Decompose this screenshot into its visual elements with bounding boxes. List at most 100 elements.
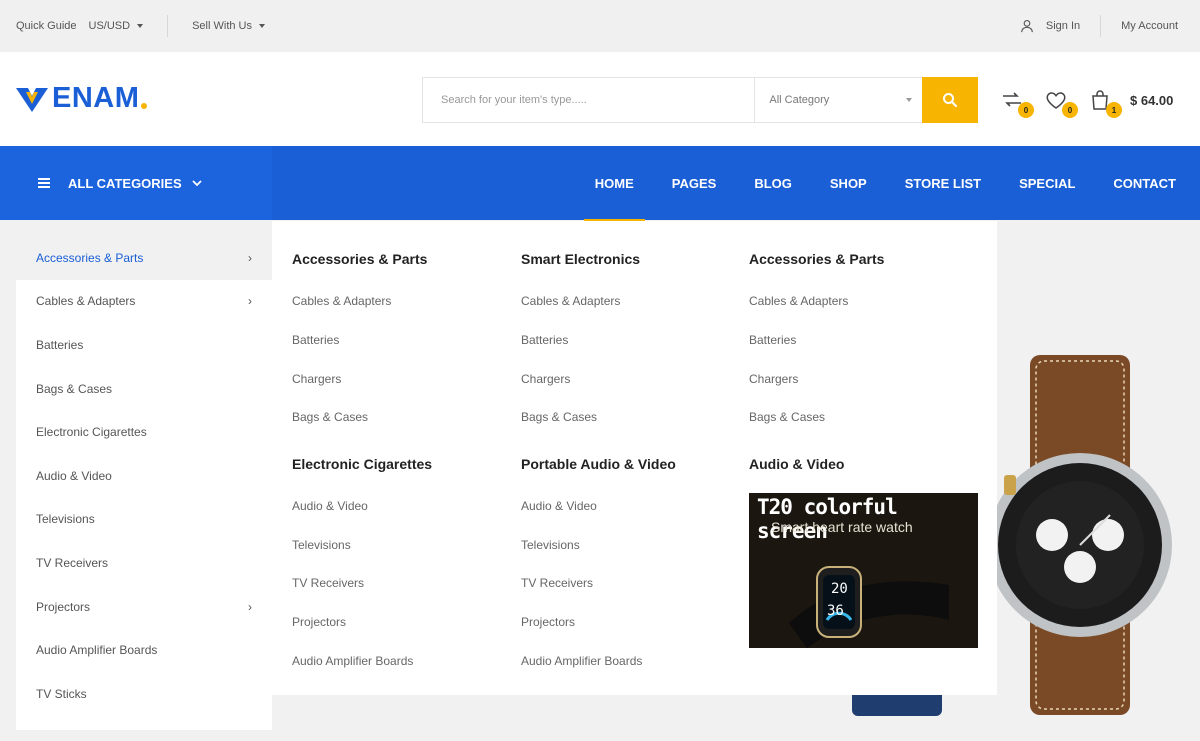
sidebar-item-label: Electronic Cigarettes	[36, 425, 147, 440]
sidebar-item-label: Cables & Adapters	[36, 294, 136, 309]
mega-link[interactable]: Televisions	[292, 538, 351, 552]
logo-text: ENAM	[52, 82, 140, 114]
mega-heading[interactable]: Accessories & Parts	[292, 251, 427, 267]
mega-link[interactable]: TV Receivers	[521, 576, 593, 590]
mega-link[interactable]: Cables & Adapters	[521, 294, 620, 308]
logo-dot	[141, 102, 148, 109]
currency-dropdown[interactable]: US/USD	[89, 20, 144, 32]
sell-with-us-label: Sell With Us	[192, 20, 252, 32]
sidebar-item-accessories-parts[interactable]: Accessories & Parts ›	[16, 236, 272, 280]
sidebar-item-audio-video[interactable]: Audio & Video	[16, 454, 272, 498]
mega-menu: Accessories & Parts Cables & Adapters Ba…	[272, 221, 997, 695]
mega-heading[interactable]: Portable Audio & Video	[521, 456, 676, 472]
search-input[interactable]	[423, 78, 755, 122]
chevron-down-icon	[137, 24, 144, 28]
mega-link[interactable]: Bags & Cases	[749, 410, 825, 424]
sign-in-link[interactable]: Sign In	[1020, 19, 1080, 33]
menu-icon	[38, 176, 50, 190]
user-icon	[1021, 20, 1033, 33]
nav-links: HOME PAGES BLOG SHOP STORE LIST SPECIAL …	[576, 146, 1200, 222]
mega-heading[interactable]: Smart Electronics	[521, 251, 640, 267]
chevron-right-icon: ›	[248, 599, 252, 614]
sidebar-item-label: Audio Amplifier Boards	[36, 643, 158, 658]
sidebar-item-tv-receivers[interactable]: TV Receivers	[16, 541, 272, 585]
mega-link[interactable]: Bags & Cases	[292, 410, 368, 424]
sidebar-item-projectors[interactable]: Projectors ›	[16, 585, 272, 629]
mega-link[interactable]: TV Receivers	[292, 576, 364, 590]
logo-mark-icon	[16, 87, 48, 112]
divider	[1100, 15, 1102, 37]
mega-link[interactable]: Chargers	[749, 372, 798, 386]
sidebar-item-televisions[interactable]: Televisions	[16, 498, 272, 542]
sidebar-item-cables-adapters[interactable]: Cables & Adapters ›	[16, 280, 272, 324]
mega-link[interactable]: Audio & Video	[521, 499, 597, 513]
mega-heading[interactable]: Audio & Video	[749, 456, 844, 472]
mega-link[interactable]: Televisions	[521, 538, 580, 552]
nav-contact[interactable]: CONTACT	[1113, 146, 1176, 220]
compare-button[interactable]: 0	[1000, 88, 1034, 118]
sidebar-item-bags-cases[interactable]: Bags & Cases	[16, 367, 272, 411]
mega-heading[interactable]: Electronic Cigarettes	[292, 456, 432, 472]
mega-link[interactable]: Bags & Cases	[521, 410, 597, 424]
chevron-down-icon	[259, 24, 265, 28]
mega-heading[interactable]: Accessories & Parts	[749, 251, 884, 267]
mega-link[interactable]: Cables & Adapters	[292, 294, 391, 308]
mega-link[interactable]: Projectors	[521, 615, 575, 629]
all-categories-label: ALL CATEGORIES	[68, 175, 182, 191]
currency-label: US/USD	[88, 20, 131, 32]
header: ENAM All Category 0 0 1 $ 64.00	[0, 52, 1200, 146]
nav-shop[interactable]: SHOP	[830, 146, 867, 220]
chevron-right-icon: ›	[248, 250, 252, 265]
nav-home[interactable]: HOME	[583, 146, 645, 222]
category-select[interactable]: All Category	[754, 78, 922, 122]
quick-guide-link[interactable]: Quick Guide	[16, 20, 77, 32]
nav-store-list[interactable]: STORE LIST	[905, 146, 981, 220]
wishlist-button[interactable]: 0	[1044, 88, 1078, 118]
mega-link[interactable]: Batteries	[292, 333, 339, 347]
cart-total[interactable]: $ 64.00	[1130, 93, 1173, 108]
all-categories-button[interactable]: ALL CATEGORIES	[0, 146, 272, 220]
sidebar-item-label: Bags & Cases	[36, 381, 113, 396]
watch-display-reading: 20	[831, 581, 848, 597]
main-nav: ALL CATEGORIES HOME PAGES BLOG SHOP STOR…	[0, 146, 1200, 222]
logo[interactable]: ENAM	[16, 82, 148, 115]
sidebar-item-audio-amplifier-boards[interactable]: Audio Amplifier Boards	[16, 628, 272, 672]
mega-link[interactable]: Batteries	[521, 333, 568, 347]
search-bar: All Category	[422, 77, 978, 123]
compare-count-badge: 0	[1018, 102, 1034, 118]
search-button[interactable]	[922, 77, 978, 123]
mega-link[interactable]: Cables & Adapters	[749, 294, 848, 308]
watch-product-image	[990, 355, 1172, 715]
quick-guide-label: Quick Guide	[16, 20, 77, 32]
sidebar-item-label: Audio & Video	[36, 468, 112, 483]
chevron-down-icon	[192, 180, 202, 187]
cart-count-badge: 1	[1106, 102, 1122, 118]
nav-blog[interactable]: BLOG	[754, 146, 792, 220]
mega-link[interactable]: Audio Amplifier Boards	[521, 654, 642, 668]
chevron-down-icon	[906, 98, 913, 102]
sidebar-item-electronic-cigarettes[interactable]: Electronic Cigarettes	[16, 410, 272, 454]
my-account-link[interactable]: My Account	[1121, 20, 1178, 32]
mega-link[interactable]: Audio Amplifier Boards	[292, 654, 413, 668]
nav-pages[interactable]: PAGES	[672, 146, 717, 220]
chevron-right-icon: ›	[248, 294, 252, 309]
sidebar-item-label: Televisions	[36, 512, 95, 527]
my-account-label: My Account	[1121, 20, 1178, 32]
promo-subtitle: Smart heart rate watch	[771, 519, 913, 535]
sign-in-label: Sign In	[1045, 20, 1081, 32]
search-icon	[943, 93, 958, 108]
mega-link[interactable]: Chargers	[292, 372, 341, 386]
cart-button[interactable]: 1	[1088, 88, 1122, 118]
header-icons: 0 0 1 $ 64.00	[1000, 88, 1173, 118]
sidebar-item-batteries[interactable]: Batteries	[16, 323, 272, 367]
top-bar: Quick Guide US/USD Sell With Us Sign In …	[0, 0, 1200, 52]
sidebar-item-label: TV Receivers	[36, 555, 109, 570]
mega-link[interactable]: Batteries	[749, 333, 796, 347]
mega-link[interactable]: Audio & Video	[292, 499, 368, 513]
mega-link[interactable]: Projectors	[292, 615, 346, 629]
promo-banner[interactable]: T20 colorful screen Smart heart rate wat…	[749, 493, 978, 648]
sidebar-item-tv-sticks[interactable]: TV Sticks	[16, 672, 272, 716]
nav-special[interactable]: SPECIAL	[1019, 146, 1075, 220]
mega-link[interactable]: Chargers	[521, 372, 570, 386]
sell-with-us-dropdown[interactable]: Sell With Us	[192, 20, 265, 32]
